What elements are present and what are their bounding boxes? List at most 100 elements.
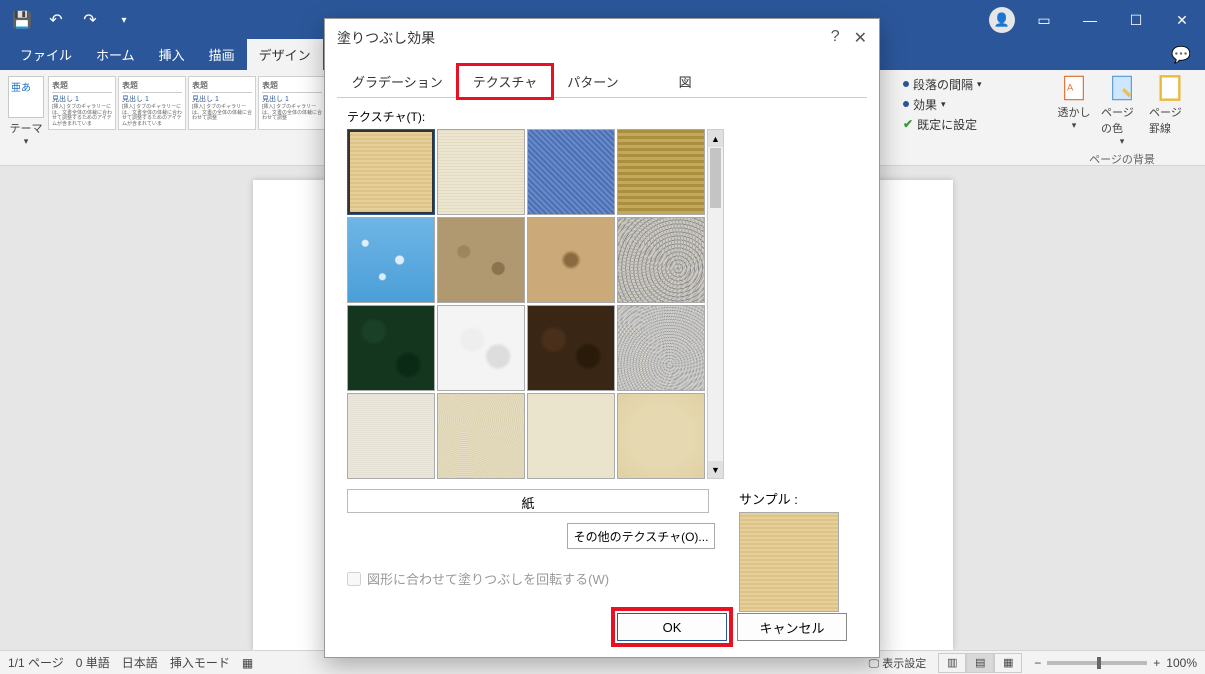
tab-pattern[interactable]: パターン [552,65,633,98]
texture-woven-mat[interactable] [617,129,705,215]
window-controls: 👤 ▭ — ☐ ✕ [989,0,1205,40]
ribbon-display-options[interactable]: ▭ [1021,0,1067,40]
tab-gradient[interactable]: グラデーション [337,65,458,98]
style-body: [挿入] タブのギャラリーには、文書全体の体裁に合わせて調整するためのアイテムが… [52,105,112,127]
account-avatar[interactable]: 👤 [989,7,1015,33]
cancel-button[interactable]: キャンセル [737,613,847,641]
texture-grid [347,129,705,479]
save-button[interactable]: 💾 [8,6,36,34]
scroll-down-button[interactable]: ▼ [708,461,723,478]
print-layout-button[interactable]: ▤ [966,653,994,673]
texture-brown-marble[interactable] [527,305,615,391]
themes-button[interactable]: テーマ ▾ [8,76,44,147]
style-body: [挿入] タブのギャラリーは、文書の全体の体裁に合わせて調整 [262,105,322,122]
dialog-close-button[interactable]: ✕ [854,28,867,48]
tab-design[interactable]: デザイン [247,39,323,70]
page-indicator[interactable]: 1/1 ページ [8,654,64,671]
texture-denim[interactable] [527,129,615,215]
page-color-label: ページの色 [1101,104,1143,136]
style-card-2[interactable]: 表題 見出し 1 [挿入] タブのギャラリーには、文書全体の体裁に合わせて調整す… [118,76,186,130]
texture-granite[interactable] [617,217,705,303]
zoom-controls: − + 100% [1034,656,1197,670]
share-icon: 💬 [1171,45,1191,65]
effects-button[interactable]: 効果▾ [903,94,987,114]
tab-home[interactable]: ホーム [84,39,147,70]
svg-text:A: A [1067,82,1074,92]
tab-insert[interactable]: 挿入 [147,39,197,70]
maximize-button[interactable]: ☐ [1113,0,1159,40]
word-count[interactable]: 0 単語 [76,654,110,671]
zoom-slider[interactable] [1047,661,1147,665]
input-mode[interactable]: 挿入モード [170,654,230,671]
style-heading: 見出し 1 [52,94,112,104]
watermark-icon: A [1060,74,1088,102]
share-button[interactable]: 💬 [1157,40,1205,70]
dialog-help-button[interactable]: ? [831,28,840,48]
macro-icon[interactable]: ▦ [242,656,253,670]
style-title: 表題 [262,80,322,93]
themes-group: テーマ ▾ 表題 見出し 1 [挿入] タブのギャラリーには、文書全体の体裁に合… [0,70,334,165]
ok-button[interactable]: OK [617,613,727,641]
web-layout-button[interactable]: ▦ [994,653,1022,673]
zoom-in-button[interactable]: + [1153,656,1160,670]
texture-parchment[interactable] [617,393,705,479]
page-borders-button[interactable]: ページ罫線 [1149,74,1191,147]
zoom-out-button[interactable]: − [1034,656,1041,670]
quick-access-toolbar: 💾 ↶ ↷ ▾ [0,6,146,34]
chevron-down-icon: ▾ [977,79,982,90]
window-close-button[interactable]: ✕ [1159,0,1205,40]
texture-papyrus[interactable] [347,129,435,215]
texture-white-marble[interactable] [437,305,525,391]
texture-green-marble[interactable] [347,305,435,391]
redo-icon: ↷ [83,10,96,30]
tab-picture[interactable]: 図 [664,65,707,98]
texture-recycled-paper[interactable] [617,305,705,391]
spacing-label: 段落の間隔 [913,76,973,93]
tab-draw[interactable]: 描画 [197,39,247,70]
sample-area: サンプル : [739,489,849,612]
other-texture-button[interactable]: その他のテクスチャ(O)... [567,523,715,549]
fill-effects-dialog: 塗りつぶし効果 ? ✕ グラデーション テクスチャ パターン 図 テクスチャ(T… [324,18,880,658]
undo-icon: ↶ [49,10,62,30]
page-color-button[interactable]: ページの色▾ [1101,74,1143,147]
tab-texture[interactable]: テクスチャ [458,65,552,98]
texture-paper-bag[interactable] [437,217,525,303]
read-mode-button[interactable]: ▥ [938,653,966,673]
default-label: 既定に設定 [917,116,977,133]
texture-fish-fossil[interactable] [527,217,615,303]
scroll-up-button[interactable]: ▲ [708,130,723,147]
undo-button[interactable]: ↶ [42,6,70,34]
user-icon: 👤 [994,12,1010,28]
save-icon: 💾 [12,10,32,30]
maximize-icon: ☐ [1130,12,1143,29]
texture-scrollbar[interactable]: ▲ ▼ [707,129,724,479]
redo-button[interactable]: ↷ [76,6,104,34]
document-formatting-gallery[interactable]: 表題 見出し 1 [挿入] タブのギャラリーには、文書全体の体裁に合わせて調整す… [48,76,326,130]
set-default-button[interactable]: ✔既定に設定 [903,114,987,134]
tab-file[interactable]: ファイル [8,39,84,70]
chevron-down-icon: ▾ [1120,136,1125,147]
dialog-buttons: OK キャンセル [337,613,847,641]
page-borders-label: ページ罫線 [1149,104,1191,136]
rotate-label: 図形に合わせて塗りつぶしを回転する(W) [367,569,609,588]
style-card-4[interactable]: 表題 見出し 1 [挿入] タブのギャラリーは、文書の全体の体裁に合わせて調整 [258,76,326,130]
style-card-3[interactable]: 表題 見出し 1 [挿入] タブのギャラリーは、文書の全体の体裁に合わせて調整 [188,76,256,130]
texture-sand[interactable] [437,393,525,479]
texture-newsprint[interactable] [347,393,435,479]
zoom-level[interactable]: 100% [1166,656,1197,670]
page-color-icon [1108,74,1136,102]
page-background-group: A 透かし▾ ページの色▾ ページ罫線 ページの背景 [1047,70,1197,171]
qat-dropdown[interactable]: ▾ [110,6,138,34]
texture-water-droplets[interactable] [347,217,435,303]
style-body: [挿入] タブのギャラリーは、文書の全体の体裁に合わせて調整 [192,105,252,122]
chevron-down-icon: ▾ [1072,120,1077,131]
watermark-button[interactable]: A 透かし▾ [1053,74,1095,147]
texture-canvas[interactable] [437,129,525,215]
language-indicator[interactable]: 日本語 [122,654,158,671]
style-card-1[interactable]: 表題 見出し 1 [挿入] タブのギャラリーには、文書全体の体裁に合わせて調整す… [48,76,116,130]
paragraph-spacing-button[interactable]: 段落の間隔 ▾ [903,74,987,94]
effects-label: 効果 [913,96,937,113]
minimize-button[interactable]: — [1067,0,1113,40]
style-heading: 見出し 1 [192,94,252,104]
texture-stationery[interactable] [527,393,615,479]
